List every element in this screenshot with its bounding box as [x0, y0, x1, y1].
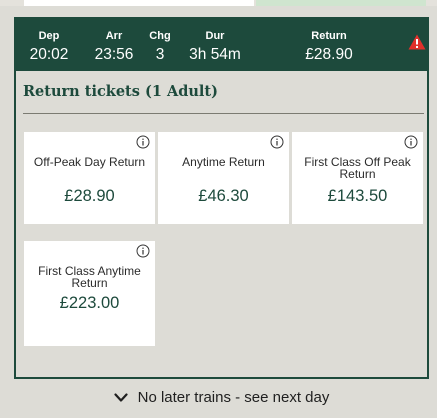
top-tab-strip: [0, 0, 437, 6]
ticket-price: £223.00: [59, 294, 120, 312]
info-icon[interactable]: [136, 135, 150, 149]
duration-label: Dur: [205, 30, 225, 42]
top-tab-right: [256, 0, 426, 6]
section-divider: [23, 113, 424, 114]
info-icon[interactable]: [270, 135, 284, 149]
return-fare-label: Return: [311, 30, 347, 42]
top-tab-left: [24, 0, 254, 6]
arrival-column: Arr 23:56: [86, 30, 142, 65]
journey-card: Dep 20:02 Arr 23:56 Chg 3 Dur 3h 54m Ret…: [14, 17, 429, 379]
departure-label: Dep: [38, 30, 60, 42]
duration-value: 3h 54m: [189, 46, 241, 63]
ticket-name: Off-Peak Day Return: [33, 155, 146, 169]
return-fare-value: £28.90: [305, 46, 353, 63]
return-fare-column: Return £28.90: [294, 30, 364, 65]
no-later-trains-link[interactable]: No later trains - see next day: [14, 381, 429, 414]
departure-column: Dep 20:02: [18, 30, 80, 65]
arrival-time: 23:56: [94, 46, 134, 63]
no-later-trains-label: No later trains - see next day: [137, 389, 330, 406]
changes-count: 3: [155, 46, 165, 63]
duration-column: Dur 3h 54m: [180, 30, 250, 65]
arrival-label: Arr: [105, 30, 123, 42]
ticket-name: First Class Anytime Return: [38, 264, 141, 290]
ticket-name: Anytime Return: [182, 155, 265, 169]
journey-summary-header[interactable]: Dep 20:02 Arr 23:56 Chg 3 Dur 3h 54m Ret…: [16, 19, 427, 71]
ticket-option-first-class-off-peak-return[interactable]: First Class Off Peak Return £143.50: [292, 132, 423, 224]
chevron-down-icon: [114, 392, 128, 402]
ticket-option-off-peak-day-return[interactable]: Off-Peak Day Return £28.90: [24, 132, 155, 224]
info-icon[interactable]: [136, 244, 150, 258]
ticket-price: £46.30: [198, 187, 249, 205]
changes-label: Chg: [149, 30, 171, 42]
ticket-price: £28.90: [64, 187, 115, 205]
info-icon[interactable]: [404, 135, 418, 149]
return-tickets-heading: Return tickets (1 Adult): [23, 83, 218, 100]
ticket-name: First Class Off Peak Return: [304, 155, 411, 181]
warning-triangle-icon[interactable]: [408, 34, 426, 50]
departure-time: 20:02: [29, 46, 69, 63]
changes-column: Chg 3: [144, 30, 176, 65]
ticket-option-first-class-anytime-return[interactable]: First Class Anytime Return £223.00: [24, 241, 155, 346]
ticket-option-anytime-return[interactable]: Anytime Return £46.30: [158, 132, 289, 224]
ticket-price: £143.50: [327, 187, 388, 205]
